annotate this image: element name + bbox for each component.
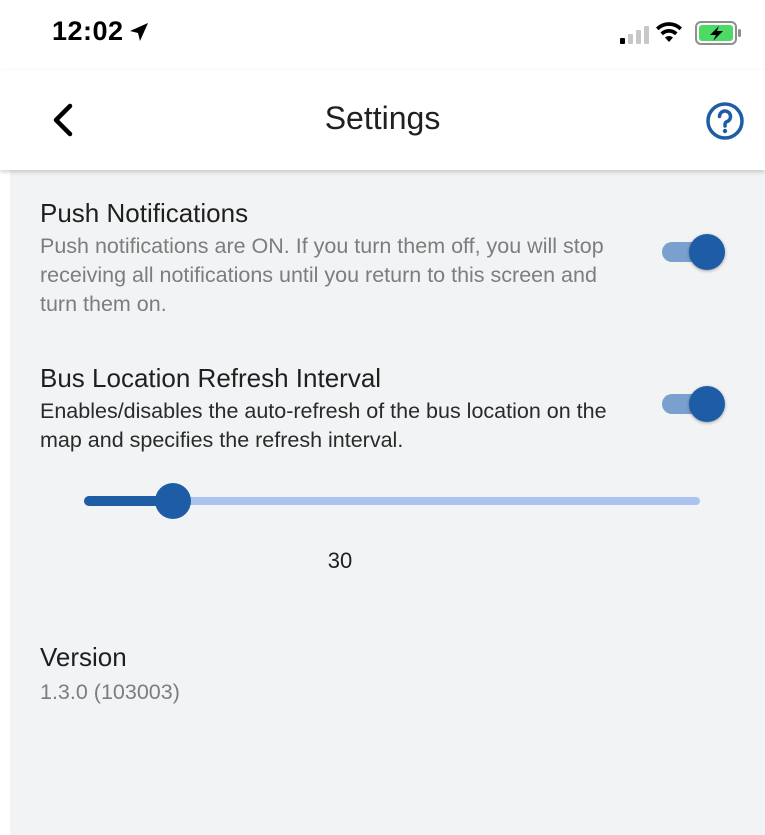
battery-charging-icon xyxy=(695,21,741,45)
bus-refresh-toggle[interactable] xyxy=(660,384,730,424)
bus-refresh-description: Enables/disables the auto-refresh of the… xyxy=(40,399,607,452)
refresh-interval-value: 30 xyxy=(327,548,353,573)
toggle-thumb xyxy=(689,234,725,270)
location-arrow-icon xyxy=(130,23,148,41)
nav-header: Settings xyxy=(0,70,765,170)
cellular-signal-icon xyxy=(620,26,649,44)
push-notifications-title: Push Notifications xyxy=(40,198,249,228)
status-time: 12:02 xyxy=(52,16,124,46)
help-circle-icon[interactable] xyxy=(705,101,745,141)
bus-refresh-title: Bus Location Refresh Interval xyxy=(40,363,382,393)
status-bar: 12:02 xyxy=(0,0,765,70)
version-value: 1.3.0 (103003) xyxy=(40,680,180,704)
wifi-icon xyxy=(656,22,682,42)
refresh-interval-slider[interactable] xyxy=(84,478,700,524)
version-title: Version xyxy=(40,642,127,672)
slider-thumb[interactable] xyxy=(155,483,191,519)
push-notifications-toggle[interactable] xyxy=(660,232,730,272)
push-notifications-description: Push notifications are ON. If you turn t… xyxy=(40,234,604,316)
toggle-thumb xyxy=(689,386,725,422)
settings-content: Push Notifications Push notifications ar… xyxy=(10,170,765,835)
page-title: Settings xyxy=(324,100,441,136)
